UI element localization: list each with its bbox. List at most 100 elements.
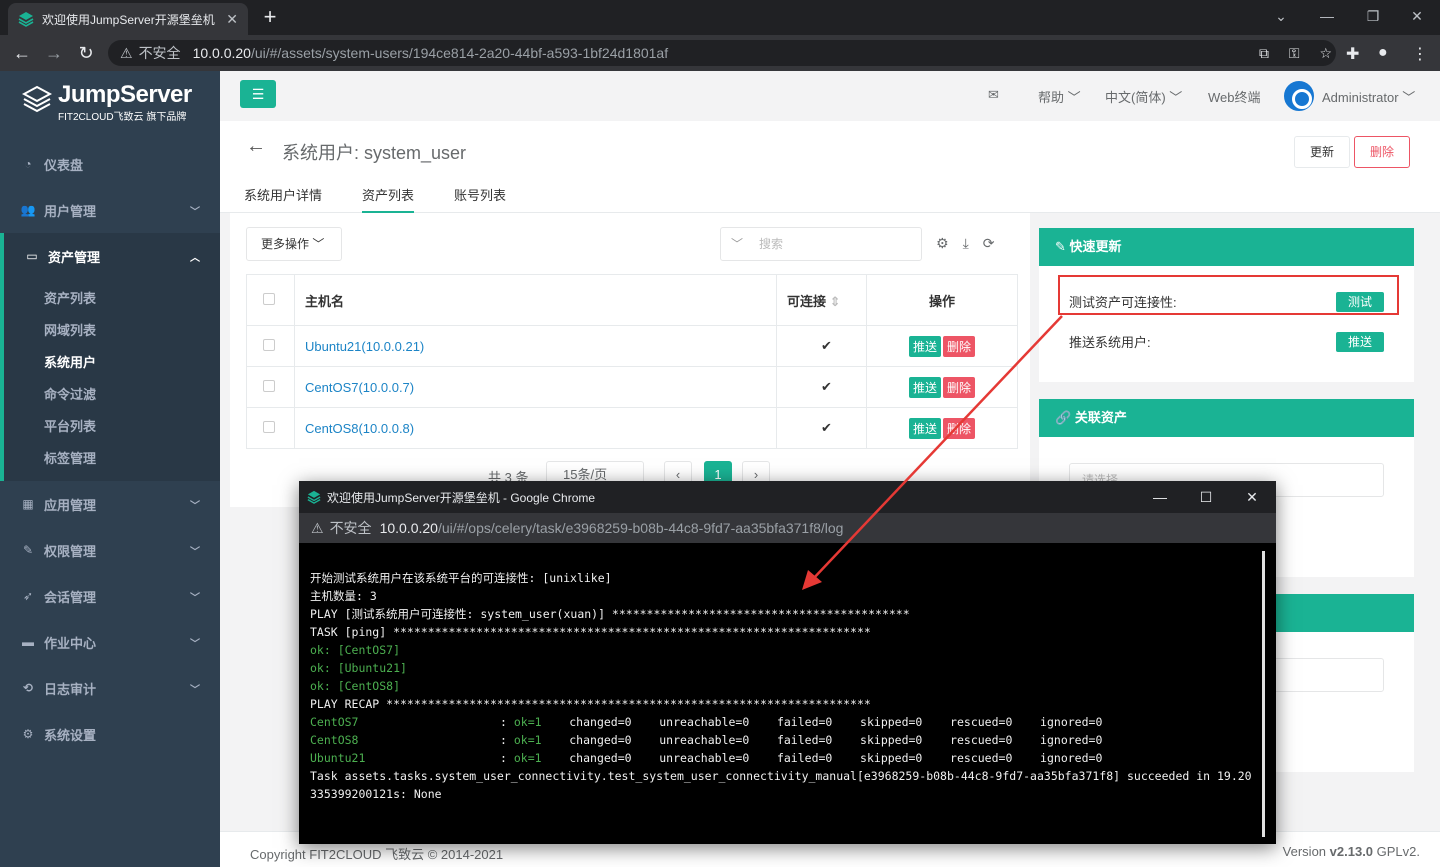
sidebar-item-jobs[interactable]: ▬ 作业中心 ﹀: [0, 619, 220, 665]
terminal-scrollbar[interactable]: [1262, 551, 1265, 837]
hostname-link[interactable]: CentOS7(10.0.0.7): [305, 380, 414, 395]
popup-insecure-label: 不安全: [329, 520, 372, 536]
sidebar-subitem-system-users[interactable]: 系统用户: [4, 347, 220, 379]
back-arrow-icon[interactable]: ←: [246, 135, 266, 158]
popup-titlebar[interactable]: 欢迎使用JumpServer开源堡垒机 - Google Chrome: [299, 481, 1276, 513]
row-checkbox[interactable]: [263, 338, 275, 351]
sidebar-item-label: 系统设置: [44, 727, 97, 743]
popup-blocked-icon[interactable]: ⧉: [1259, 45, 1269, 61]
popup-minimize-icon[interactable]: —: [1137, 481, 1183, 513]
row-checkbox[interactable]: [263, 420, 275, 433]
sidebar-item-label: 仪表盘: [44, 157, 84, 173]
remove-button[interactable]: 删除: [943, 376, 976, 398]
star-icon[interactable]: ☆: [1319, 45, 1332, 61]
extensions-icon[interactable]: ✚: [1346, 44, 1359, 64]
actions-header: 操作: [866, 274, 1018, 326]
sidebar-item-permissions[interactable]: ✎ 权限管理 ﹀: [0, 527, 220, 573]
check-icon: ✔: [776, 325, 867, 367]
sidebar-item-label: 作业中心: [44, 635, 97, 651]
push-system-user-button[interactable]: 推送: [1336, 332, 1384, 352]
popup-url-path: /ui/#/ops/celery/task/e3968259-b08b-44c8…: [437, 520, 844, 536]
more-actions-button[interactable]: 更多操作 ﹀: [246, 227, 342, 261]
sidebar-subitem-command-filter[interactable]: 命令过滤: [4, 379, 220, 411]
push-button[interactable]: 推送: [908, 335, 941, 357]
popup-maximize-icon[interactable]: ☐: [1183, 481, 1229, 513]
close-tab-icon[interactable]: ✕: [226, 11, 238, 28]
sidebar-item-sessions[interactable]: ➶ 会话管理 ﹀: [0, 573, 220, 619]
popup-close-icon[interactable]: ✕: [1229, 481, 1275, 513]
hostname-header[interactable]: 主机名: [294, 274, 777, 326]
browser-tab[interactable]: 欢迎使用JumpServer开源堡垒机 ✕: [8, 3, 248, 35]
page-title: 系统用户: system_user: [282, 143, 467, 163]
refresh-icon[interactable]: ⟳: [983, 235, 995, 251]
warning-icon[interactable]: ⚠: [120, 45, 133, 62]
new-tab-icon[interactable]: +: [258, 4, 282, 30]
envelope-icon[interactable]: ✉: [988, 87, 999, 103]
recap-rest: changed=0 unreachable=0 failed=0 skipped…: [541, 715, 1103, 729]
sidebar-item-dashboard[interactable]: ◔ 仪表盘: [0, 141, 220, 187]
link-icon: 🔗: [1055, 410, 1072, 425]
push-system-user-label: 推送系统用户:: [1069, 335, 1151, 350]
reload-icon[interactable]: ↻: [74, 41, 98, 65]
sidebar-item-users[interactable]: 👥 用户管理 ﹀: [0, 187, 220, 233]
sidebar-subitem-label-management[interactable]: 标签管理: [4, 443, 220, 475]
forward-icon[interactable]: →: [42, 41, 66, 65]
help-menu[interactable]: 帮助 ﹀: [1038, 87, 1081, 106]
restore-icon[interactable]: ❐: [1350, 0, 1396, 32]
language-menu[interactable]: 中文(简体) ﹀: [1105, 87, 1182, 106]
sidebar-item-audit[interactable]: ⟲ 日志审计 ﹀: [0, 665, 220, 711]
warning-icon[interactable]: ⚠: [311, 520, 324, 537]
remove-button[interactable]: 删除: [943, 335, 976, 357]
push-button[interactable]: 推送: [908, 417, 941, 439]
user-menu[interactable]: Administrator ﹀: [1322, 87, 1415, 106]
hostname-cell: CentOS7(10.0.0.7): [294, 366, 777, 408]
menu-icon[interactable]: ⋮: [1412, 44, 1428, 64]
delete-button[interactable]: 删除: [1354, 136, 1410, 168]
remove-button[interactable]: 删除: [943, 417, 976, 439]
update-button[interactable]: 更新: [1294, 136, 1350, 168]
tab-system-user-detail[interactable]: 系统用户详情: [244, 185, 322, 213]
sidebar-item-assets[interactable]: ▭ 资产管理 ︿: [0, 233, 220, 279]
connectable-header[interactable]: 可连接 ⇕: [776, 274, 867, 326]
connectable-header-label: 可连接: [787, 293, 827, 309]
tab-account-list[interactable]: 账号列表: [454, 185, 506, 213]
task-log-terminal[interactable]: 开始测试系统用户在该系统平台的可连接性: [unixlike] 主机数量: 3 PL…: [299, 543, 1276, 844]
web-terminal-link[interactable]: Web终端: [1208, 87, 1261, 106]
search-input[interactable]: ﹀ 搜索: [720, 227, 922, 261]
asset-submenu: 资产列表 网域列表 系统用户 命令过滤 平台列表 标签管理: [0, 279, 220, 481]
sidebar-subitem-domain-list[interactable]: 网域列表: [4, 315, 220, 347]
insecure-label[interactable]: 不安全: [139, 43, 181, 63]
address-bar[interactable]: ⚠ 不安全 10.0.0.20/ui/#/assets/system-users…: [108, 40, 1336, 66]
browser-toolbar: ← → ↻ ⚠ 不安全 10.0.0.20/ui/#/assets/system…: [0, 35, 1440, 71]
tab-search-icon[interactable]: ⌄: [1258, 0, 1304, 32]
download-icon[interactable]: ⤓: [963, 235, 969, 251]
profile-icon[interactable]: ●: [1378, 44, 1388, 62]
select-all-checkbox[interactable]: [263, 292, 275, 305]
recap-host: Ubuntu21: [310, 751, 366, 765]
chevron-down-icon: ﹀: [190, 638, 200, 650]
sidebar-item-applications[interactable]: ▦ 应用管理 ﹀: [0, 481, 220, 527]
license-text: GPLv2.: [1373, 844, 1420, 859]
sidebar-subitem-asset-list[interactable]: 资产列表: [4, 283, 220, 315]
sidebar-item-settings[interactable]: ⚙ 系统设置: [0, 711, 220, 757]
push-button[interactable]: 推送: [908, 376, 941, 398]
sidebar-subitem-platform-list[interactable]: 平台列表: [4, 411, 220, 443]
avatar[interactable]: [1284, 81, 1314, 111]
grid-icon: ▦: [22, 497, 34, 511]
back-icon[interactable]: ←: [10, 41, 34, 65]
menu-toggle-button[interactable]: ☰: [240, 80, 276, 108]
logo[interactable]: JumpServer FIT2CLOUD飞致云 旗下品牌: [0, 71, 220, 141]
popup-address-bar[interactable]: ⚠ 不安全 10.0.0.20/ui/#/ops/celery/task/e39…: [299, 513, 1276, 543]
chevron-down-icon: ﹀: [190, 206, 200, 218]
minimize-icon[interactable]: —: [1304, 0, 1350, 32]
gear-icon[interactable]: ⚙: [936, 235, 949, 251]
key-icon[interactable]: ⚿: [1289, 45, 1300, 61]
row-checkbox[interactable]: [263, 379, 275, 392]
tab-asset-list[interactable]: 资产列表: [362, 185, 415, 213]
chevron-down-icon[interactable]: ﹀: [731, 228, 743, 260]
close-window-icon[interactable]: ✕: [1394, 0, 1440, 32]
sidebar-item-label: 资产管理: [48, 249, 101, 265]
log-line: 主机数量: 3: [310, 589, 377, 603]
hostname-link[interactable]: Ubuntu21(10.0.0.21): [305, 339, 424, 354]
hostname-link[interactable]: CentOS8(10.0.0.8): [305, 421, 414, 436]
